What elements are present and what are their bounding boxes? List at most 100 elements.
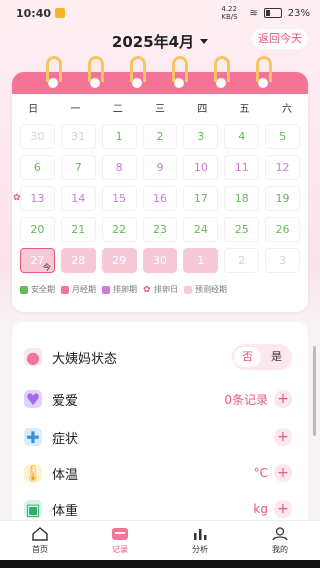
period-toggle[interactable]: 否 是	[232, 344, 292, 370]
day-cell[interactable]: 6	[20, 155, 55, 180]
day-cell[interactable]: 2	[224, 248, 260, 273]
toggle-yes[interactable]: 是	[263, 347, 290, 367]
legend-label: 月经期	[72, 285, 96, 294]
day-number: 3	[197, 130, 205, 143]
flower-icon: ✿	[143, 284, 151, 295]
add-weight-button[interactable]: +	[274, 500, 292, 518]
day-cell[interactable]: 25	[224, 217, 260, 242]
medical-kit-icon: ✚	[24, 428, 42, 447]
day-number: 7	[74, 161, 82, 174]
day-cell[interactable]: 3	[265, 248, 300, 273]
day-cell[interactable]: 19	[265, 186, 300, 211]
day-cell[interactable]: 29	[101, 248, 137, 273]
love-value: 0条记录	[224, 392, 268, 407]
day-cell[interactable]: 12	[265, 155, 300, 180]
tab-record[interactable]: 记录	[80, 521, 160, 561]
weekday-label: 二	[112, 103, 123, 115]
day-number: 13	[30, 192, 45, 205]
month-title[interactable]: 2025年4月	[112, 31, 194, 52]
day-number: 17	[193, 192, 208, 205]
temperature-label: 体温	[52, 467, 79, 483]
day-cell[interactable]: 26	[265, 217, 300, 242]
day-cell[interactable]: 2	[142, 124, 178, 149]
day-number: 14	[71, 192, 86, 205]
day-number: 19	[275, 192, 290, 205]
day-cell[interactable]: 22	[101, 217, 137, 242]
weekday-label: 一	[70, 103, 81, 115]
back-to-today-button[interactable]: 返回今天	[252, 29, 308, 49]
tab-home[interactable]: 首页	[0, 521, 80, 561]
scale-icon: ▣	[24, 499, 42, 519]
weekday-label: 六	[281, 103, 292, 115]
day-number: 5	[279, 130, 287, 143]
day-cell[interactable]: 3	[183, 124, 219, 149]
home-icon	[32, 527, 48, 541]
wifi-icon: ≋	[249, 7, 258, 19]
day-cell[interactable]: 28	[60, 248, 96, 273]
caret-down-icon[interactable]	[200, 38, 209, 44]
temperature-row[interactable]: 🌡 体温 °C +	[12, 454, 308, 492]
day-number: 20	[30, 223, 45, 236]
day-number: 26	[275, 223, 290, 236]
legend-item: 安全期	[20, 284, 55, 295]
weight-unit: kg	[253, 502, 268, 516]
day-cell[interactable]: 15	[101, 186, 137, 211]
day-cell[interactable]: 21	[60, 217, 96, 242]
add-temperature-button[interactable]: +	[274, 464, 292, 482]
day-number: 4	[238, 130, 246, 143]
scrollbar[interactable]	[313, 346, 316, 436]
day-cell[interactable]: 4	[224, 124, 260, 149]
day-cell[interactable]: 27 今	[20, 248, 55, 273]
day-number: 9	[156, 161, 164, 174]
day-cell[interactable]: 30	[20, 124, 55, 149]
day-cell[interactable]: 8	[101, 155, 137, 180]
add-love-button[interactable]: +	[274, 390, 292, 408]
calendar-grid: 30 31 1 2 3 4 5 6 7 8 9 10 11 12 13 ✿ 14 15 16 17 18 19 20 21 22…	[12, 120, 308, 273]
symptom-row[interactable]: ✚ 症状 +	[12, 418, 308, 456]
day-cell[interactable]: 17	[183, 186, 219, 211]
ring	[46, 56, 62, 82]
day-cell[interactable]: 7	[60, 155, 96, 180]
tab-home-label: 首页	[32, 545, 48, 554]
day-number: 18	[234, 192, 249, 205]
day-number: 2	[238, 254, 246, 267]
day-cell[interactable]: 14	[60, 186, 96, 211]
legend-swatch	[61, 285, 69, 294]
day-cell[interactable]: 24	[183, 217, 219, 242]
ring	[130, 56, 146, 82]
add-symptom-button[interactable]: +	[274, 428, 292, 446]
temperature-unit: °C	[253, 466, 268, 480]
weight-label: 体重	[52, 503, 79, 519]
legend-item: ✿ 排卵日	[143, 284, 178, 295]
day-cell[interactable]: 10	[183, 155, 219, 180]
day-cell[interactable]: 20	[20, 217, 55, 242]
day-cell[interactable]: 13 ✿	[13, 186, 55, 211]
day-cell[interactable]: 16	[142, 186, 178, 211]
day-number: 28	[71, 254, 86, 267]
love-label: 爱爱	[52, 393, 79, 409]
weekday-row: 日一二三四五六	[12, 94, 308, 120]
day-cell[interactable]: 9	[142, 155, 178, 180]
day-number: 30	[152, 254, 167, 267]
legend-item: 预测经期	[184, 284, 227, 295]
system-nav-bar	[0, 560, 320, 568]
day-cell[interactable]: 5	[265, 124, 300, 149]
day-cell[interactable]: 30	[142, 248, 178, 273]
love-row[interactable]: ♥ 爱爱 0条记录 +	[12, 380, 308, 418]
legend-swatch	[20, 285, 28, 294]
tab-analysis[interactable]: 分析	[160, 521, 240, 561]
day-cell[interactable]: 23	[142, 217, 178, 242]
day-cell[interactable]: 31	[60, 124, 96, 149]
status-right: 4.22 KB/S ≋ 23%	[221, 5, 310, 21]
day-number: 22	[112, 223, 127, 236]
day-cell[interactable]: 1	[183, 248, 219, 273]
symptom-label: 症状	[52, 431, 79, 447]
tab-mine[interactable]: 我的	[240, 521, 320, 561]
day-cell[interactable]: 18	[224, 186, 260, 211]
weekday-label: 五	[239, 103, 250, 115]
ring	[172, 56, 188, 82]
toggle-no[interactable]: 否	[234, 347, 261, 367]
day-cell[interactable]: 1	[101, 124, 137, 149]
day-number: 8	[115, 161, 123, 174]
day-cell[interactable]: 11	[224, 155, 260, 180]
